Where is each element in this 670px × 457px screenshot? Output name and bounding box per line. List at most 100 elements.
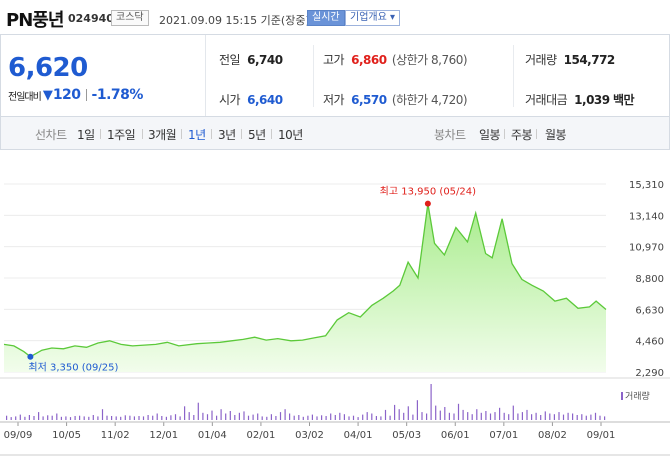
y-tick-label: 6,630	[635, 305, 664, 316]
volume-bar	[581, 414, 583, 420]
tab-1w[interactable]: 1주일	[107, 126, 136, 143]
stat-high: 고가 6,860 (상한가 8,760)	[323, 51, 468, 68]
volume-bar	[270, 414, 272, 420]
change-value: 120	[52, 87, 81, 103]
volume-bar	[257, 413, 259, 420]
volume-bar	[174, 414, 177, 420]
volume-legend-label: 거래량	[625, 392, 650, 402]
divider	[142, 129, 143, 139]
tab-weekly[interactable]: 주봉	[511, 126, 533, 143]
volume-bar	[302, 416, 304, 420]
volume-bar	[252, 414, 254, 420]
company-info-button[interactable]: 기업개요 ▾	[345, 10, 401, 26]
volume-bar	[65, 416, 67, 420]
stock-code: 024940	[68, 12, 114, 25]
volume-bar	[74, 416, 76, 420]
volume-bar	[156, 413, 158, 420]
volume-bar	[325, 416, 327, 420]
volume-bar	[298, 415, 300, 420]
realtime-button[interactable]: 실시간	[307, 10, 345, 26]
volume-bar	[133, 416, 135, 420]
tab-3y[interactable]: 3년	[218, 126, 236, 143]
tab-1y[interactable]: 1년	[188, 126, 206, 143]
volume-bar	[152, 415, 154, 420]
volume-bar	[599, 415, 601, 420]
tab-5y[interactable]: 5년	[248, 126, 266, 143]
volume-bar	[572, 413, 574, 420]
quote-datetime: 2021.09.09 15:15 기준(장중)	[159, 14, 310, 27]
low-marker	[27, 353, 34, 360]
x-tick-label: 06/01	[441, 430, 470, 441]
volume-bar	[261, 416, 263, 420]
down-triangle-icon: ▼	[42, 87, 53, 103]
tab-monthly[interactable]: 월봉	[545, 126, 567, 143]
upper-limit-label: 상한가	[396, 53, 428, 67]
x-tick-label: 10/05	[52, 430, 81, 441]
tab-3m[interactable]: 3개월	[148, 126, 177, 143]
volume-bar	[412, 414, 414, 420]
volume-bar	[576, 415, 578, 420]
volume-bar	[389, 415, 391, 420]
volume-bar	[193, 415, 195, 420]
volume-bar	[430, 384, 432, 420]
volume-bar	[384, 409, 387, 420]
stat-value: 1,039	[574, 93, 610, 107]
volume-bar	[10, 417, 12, 420]
volume-bar	[421, 412, 423, 420]
volume-bar	[585, 415, 587, 420]
volume-bar	[179, 416, 181, 420]
volume-bar	[97, 416, 99, 420]
price-chart[interactable]: 15,310 13,140 10,970 8,800 6,630 4,460 2,290 09…	[0, 150, 670, 457]
stat-label: 시가	[219, 93, 241, 107]
x-tick-label: 09/09	[4, 430, 33, 441]
volume-bar	[115, 416, 117, 420]
volume-bar	[508, 414, 510, 420]
volume-bar	[453, 413, 455, 420]
stat-label: 거래대금	[525, 93, 568, 107]
stock-name: PN풍년	[6, 10, 64, 31]
volume-bar	[211, 410, 213, 420]
volume-bar	[521, 412, 523, 420]
volume-bar	[540, 415, 542, 420]
volume-bar	[471, 414, 473, 420]
volume-bar	[562, 414, 565, 420]
divider	[85, 89, 87, 101]
volume-bar	[544, 411, 546, 420]
volume-bar	[476, 409, 478, 420]
volume-bar	[467, 412, 469, 420]
volume-bar	[307, 415, 309, 420]
stat-low: 저가 6,570 (하한가 4,720)	[323, 91, 468, 108]
x-tick-label: 04/01	[344, 430, 373, 441]
volume-bar	[348, 416, 350, 420]
stat-value: 6,570	[351, 93, 387, 107]
volume-bar	[60, 416, 62, 420]
volume-bar	[339, 412, 341, 420]
volume-legend: 거래량	[621, 389, 650, 402]
volume-bar	[416, 400, 418, 420]
stat-label: 거래량	[525, 53, 557, 67]
volume-bar	[375, 416, 377, 420]
volume-bar	[202, 412, 204, 420]
volume-bar	[366, 412, 368, 420]
volume-bar	[120, 416, 122, 420]
tab-1d[interactable]: 1일	[77, 126, 95, 143]
volume-bar	[238, 412, 240, 420]
volume-bar	[234, 415, 236, 420]
y-tick-label: 10,970	[629, 243, 664, 254]
volume-bar	[51, 415, 53, 420]
divider	[181, 129, 182, 139]
volume-bar	[499, 407, 501, 420]
caret-down-icon: ▾	[390, 12, 396, 23]
volume-bar	[549, 413, 551, 420]
volume-bar	[83, 416, 85, 420]
tab-10y[interactable]: 10년	[278, 126, 303, 143]
volume-bar	[279, 412, 282, 420]
volume-bar	[47, 415, 49, 420]
stat-label: 고가	[323, 53, 345, 67]
volume-bar	[316, 416, 318, 420]
volume-bar	[206, 414, 209, 420]
tab-daily[interactable]: 일봉	[479, 126, 501, 143]
volume-bar	[197, 402, 199, 420]
volume-bar	[69, 417, 72, 420]
divider	[100, 129, 101, 139]
